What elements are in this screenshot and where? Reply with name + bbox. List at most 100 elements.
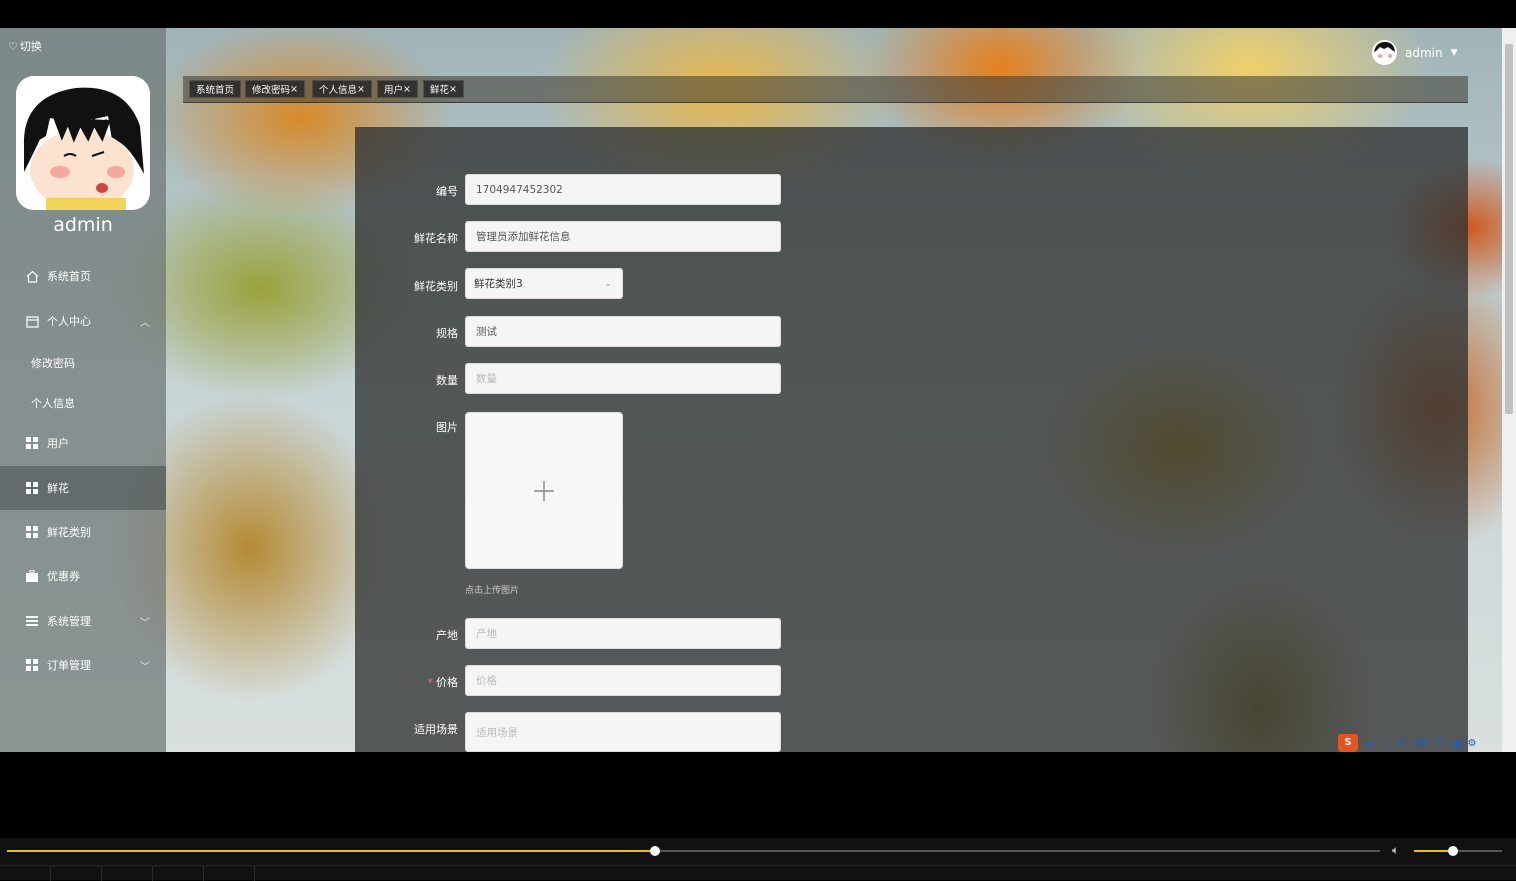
tab-flowers[interactable]: 鲜花 × — [423, 80, 464, 98]
volume-icon[interactable]: 🔈︎ — [1392, 843, 1399, 858]
settings-icon[interactable]: ⚙︎ — [1467, 738, 1476, 749]
sidebar-item-system-management[interactable]: 系统管理 ﹀ — [0, 599, 166, 643]
grid-icon — [25, 481, 39, 495]
chevron-down-icon: ﹀ — [140, 617, 150, 629]
price-label: * 价格 — [348, 674, 459, 690]
sidebar-item-label: 鲜花类别 — [47, 526, 91, 539]
control-slot[interactable] — [204, 866, 255, 881]
home-icon — [25, 269, 39, 283]
calendar-icon — [25, 314, 39, 328]
sidebar-subitem-personal-info[interactable]: 个人信息 — [31, 395, 75, 411]
sidebar-subitem-change-password[interactable]: 修改密码 — [31, 355, 75, 371]
tab-personal-info[interactable]: 个人信息 × — [312, 80, 372, 98]
tab-users[interactable]: 用户 × — [377, 80, 418, 98]
sidebar-item-label: 用户 — [47, 437, 69, 450]
volume-handle[interactable] — [1447, 846, 1458, 856]
sidebar-item-label: 订单管理 — [47, 659, 91, 672]
sidebar-item-coupons[interactable]: 优惠券 — [0, 554, 166, 598]
user-menu[interactable]: admin ▼ — [1372, 40, 1458, 65]
spec-label: 规格 — [436, 327, 458, 340]
close-icon[interactable]: × — [403, 84, 411, 95]
price-label-text: 价格 — [436, 676, 458, 689]
close-icon[interactable]: × — [357, 84, 365, 95]
control-slot[interactable] — [51, 866, 102, 881]
plus-icon — [534, 480, 554, 501]
control-slot[interactable] — [153, 866, 204, 881]
progress-handle[interactable] — [650, 846, 661, 856]
quantity-label: 数量 — [436, 374, 458, 387]
tab-label: 个人信息 — [319, 85, 358, 96]
sidebar-item-order-management[interactable]: 订单管理 ﹀ — [0, 643, 166, 687]
required-mark: * — [427, 676, 434, 689]
control-slot[interactable] — [102, 866, 153, 881]
list-icon — [25, 614, 39, 628]
flower-name-field[interactable]: 管理员添加鲜花信息 — [465, 221, 781, 252]
chevron-down-icon: ⌄ — [604, 279, 612, 289]
tab-label: 系统首页 — [196, 85, 235, 96]
tab-change-password[interactable]: 修改密码 × — [245, 80, 305, 98]
progress-fill — [7, 850, 656, 852]
price-placeholder: 价格 — [476, 675, 497, 687]
origin-placeholder: 产地 — [476, 628, 497, 640]
sidebar-item-label: 鲜花 — [47, 482, 69, 495]
tab-home[interactable]: 系统首页 — [189, 80, 242, 98]
tab-label: 用户 — [384, 85, 404, 96]
sidebar-username: admin — [53, 214, 113, 236]
close-icon[interactable]: × — [290, 84, 298, 95]
dropdown-arrow-icon: ▼ — [1450, 47, 1458, 58]
ime-language[interactable]: 中 — [1364, 736, 1374, 751]
skin-icon[interactable]: 👕︎ — [1433, 738, 1446, 749]
flower-form-panel: 编号 1704947452302 鲜花名称 管理员添加鲜花信息 鲜花类别 鲜花类… — [355, 127, 1468, 752]
progress-bar[interactable] — [7, 846, 1380, 856]
heart-icon: ♡ — [8, 39, 18, 53]
quantity-field[interactable]: 数量 — [465, 363, 781, 394]
sidebar-item-label: 优惠券 — [47, 570, 80, 583]
sidebar-item-users[interactable]: 用户 — [0, 421, 166, 465]
toolbox-icon[interactable]: ▦ — [1452, 738, 1461, 749]
avatar — [1372, 40, 1397, 65]
id-field[interactable]: 1704947452302 — [465, 174, 781, 205]
punctuation-icon[interactable]: °, — [1380, 738, 1388, 749]
grid-icon — [25, 658, 39, 672]
spec-field[interactable]: 测试 — [465, 316, 781, 347]
sidebar-item-label: 系统首页 — [47, 270, 91, 283]
scene-textarea[interactable]: 适用场景 — [465, 712, 781, 752]
switch-label: 切换 — [19, 40, 42, 53]
upload-tip: 点击上传图片 — [465, 586, 520, 596]
tab-label: 修改密码 — [252, 85, 291, 96]
keyboard-icon[interactable]: ⌨︎ — [1413, 738, 1427, 749]
sidebar-item-flower-category[interactable]: 鲜花类别 — [0, 510, 166, 554]
sidebar-item-home[interactable]: 系统首页 — [0, 254, 166, 298]
close-icon[interactable]: × — [449, 84, 457, 95]
image-label: 图片 — [436, 421, 458, 434]
vertical-scrollbar[interactable] — [1502, 28, 1516, 752]
control-slot[interactable] — [0, 866, 51, 881]
sidebar: ♡ 切换 admin 系统首页 个人中心 ︿ 修改密码 个人信息 用户 鲜花 鲜… — [0, 28, 166, 752]
scrollbar-thumb[interactable] — [1505, 44, 1513, 414]
tabs-bar: 系统首页 修改密码 × 个人信息 × 用户 × 鲜花 × — [183, 76, 1468, 103]
briefcase-icon — [25, 569, 39, 583]
volume-fill — [1414, 850, 1453, 852]
sidebar-item-label: 个人中心 — [47, 315, 91, 328]
scene-placeholder: 适用场景 — [476, 726, 518, 739]
tab-label: 鲜花 — [430, 85, 450, 96]
switch-theme-button[interactable]: ♡ 切换 — [8, 38, 42, 54]
sidebar-item-personal-center[interactable]: 个人中心 ︿ — [0, 299, 166, 343]
id-label: 编号 — [436, 185, 458, 198]
chevron-down-icon: ﹀ — [140, 661, 150, 673]
origin-field[interactable]: 产地 — [465, 618, 781, 649]
microphone-icon[interactable]: 🎤︎ — [1394, 738, 1407, 749]
volume-slider[interactable] — [1414, 846, 1502, 856]
ime-toolbar: S 中 °, 🎤︎ ⌨︎ 👕︎ ▦ ⚙︎ — [1338, 734, 1514, 752]
name-label: 鲜花名称 — [414, 232, 458, 245]
sogou-icon[interactable]: S — [1338, 734, 1358, 752]
video-player-bar: 🔈︎ — [0, 838, 1516, 881]
price-field[interactable]: 价格 — [465, 665, 781, 696]
sidebar-item-label: 系统管理 — [47, 615, 91, 628]
grid-icon — [25, 525, 39, 539]
category-select[interactable]: 鲜花类别3 ⌄ — [465, 268, 623, 299]
header-username: admin — [1405, 45, 1443, 60]
sidebar-item-flowers[interactable]: 鲜花 — [0, 466, 166, 510]
image-upload-box[interactable] — [465, 412, 623, 569]
category-label: 鲜花类别 — [414, 280, 458, 293]
